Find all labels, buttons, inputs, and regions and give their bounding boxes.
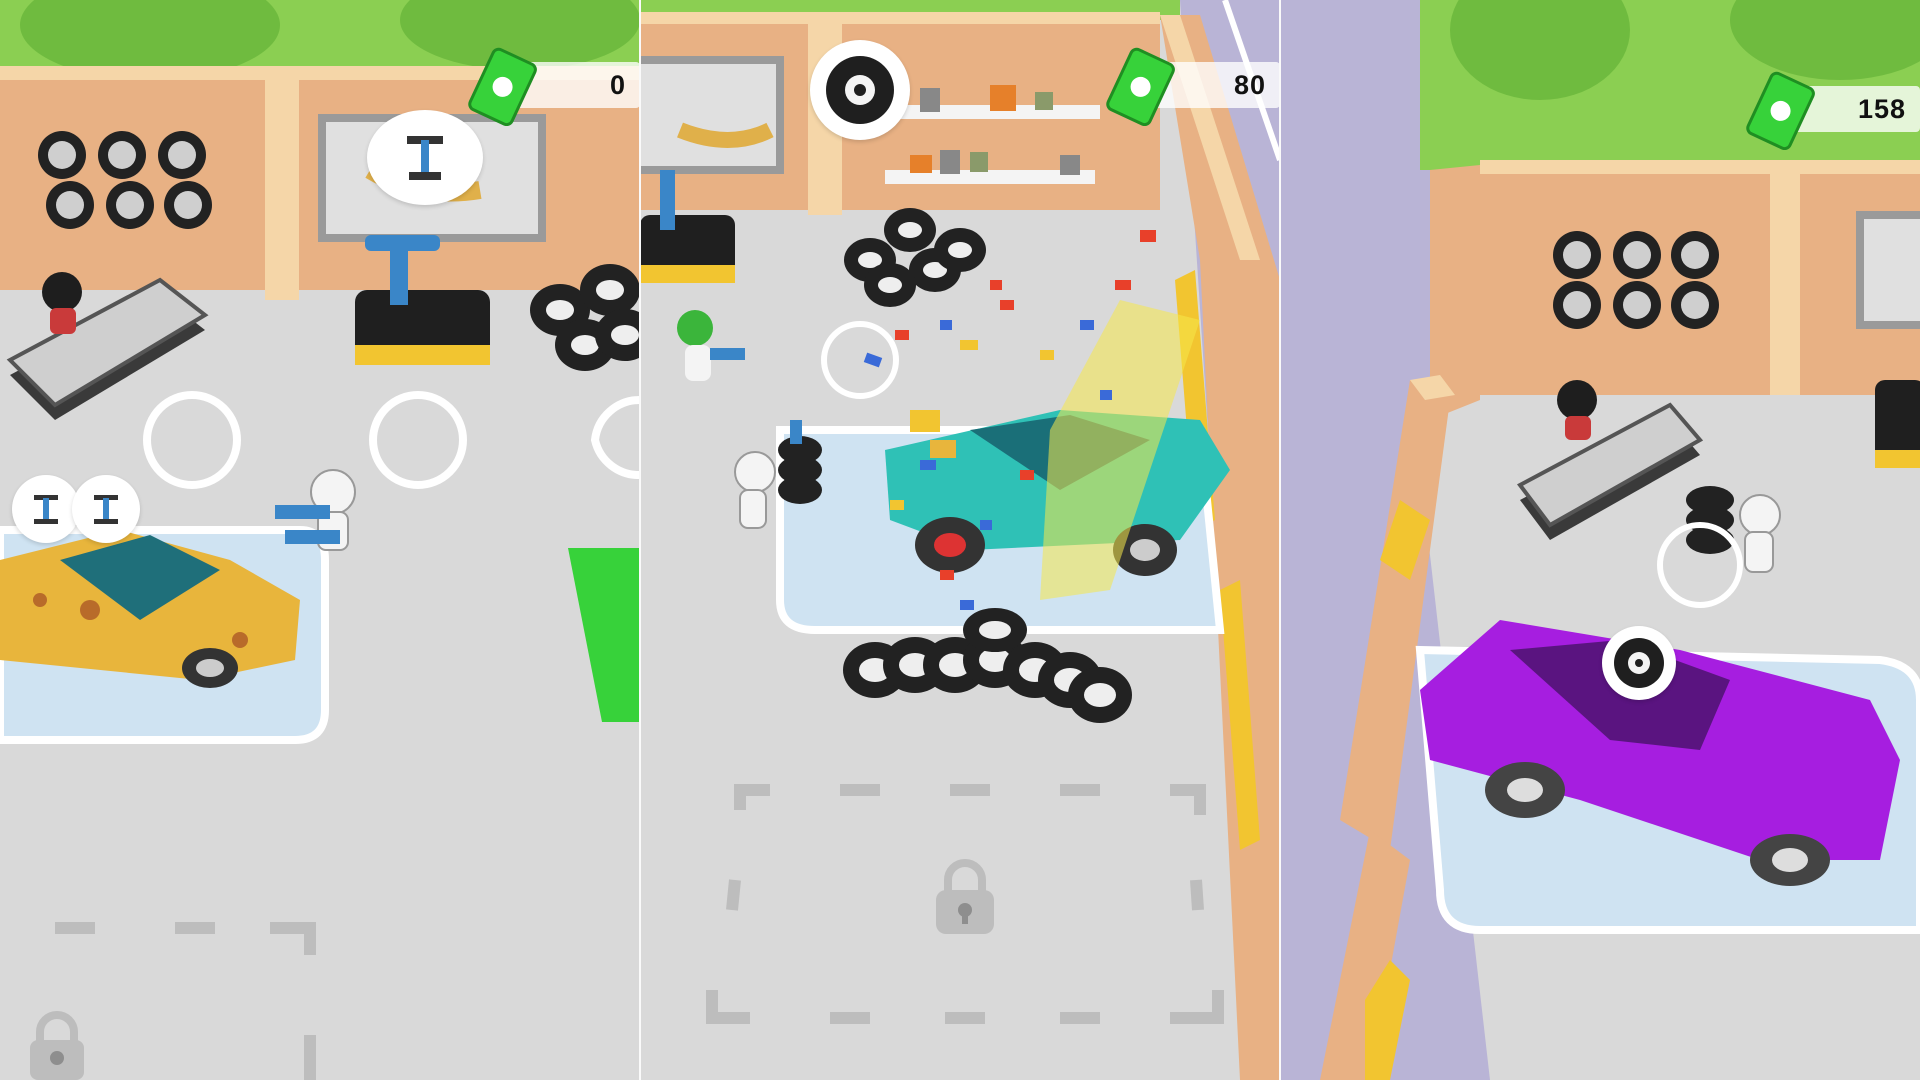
- panel-divider: [1279, 0, 1281, 1080]
- cash-counter: 80: [1106, 47, 1280, 126]
- tire-icon: [1602, 626, 1676, 700]
- cash-amount: 0: [609, 69, 626, 100]
- padlock-icon[interactable]: [930, 858, 1000, 934]
- lift-jack-icon: [367, 110, 483, 205]
- cash-counter: 158: [1746, 71, 1920, 150]
- panel-right: 158: [1280, 0, 1920, 1080]
- cash-counter: 0: [468, 47, 640, 126]
- padlock-icon[interactable]: [22, 1010, 92, 1080]
- cash-icon: [468, 47, 537, 126]
- tire-icon: [810, 40, 910, 140]
- cash-icon: [1106, 47, 1175, 126]
- jack-request-icon-1: [12, 475, 80, 543]
- cash-amount: 80: [1233, 69, 1266, 100]
- jack-request-icon-2: [72, 475, 140, 543]
- game-screen: 0 80 158: [0, 0, 1920, 1080]
- scene-right: [1280, 0, 1920, 1080]
- panel-divider: [639, 0, 641, 1080]
- cash-icon: [1746, 71, 1815, 150]
- cash-amount: 158: [1857, 93, 1906, 124]
- panel-left: 0: [0, 0, 640, 1080]
- panel-center: 80: [640, 0, 1280, 1080]
